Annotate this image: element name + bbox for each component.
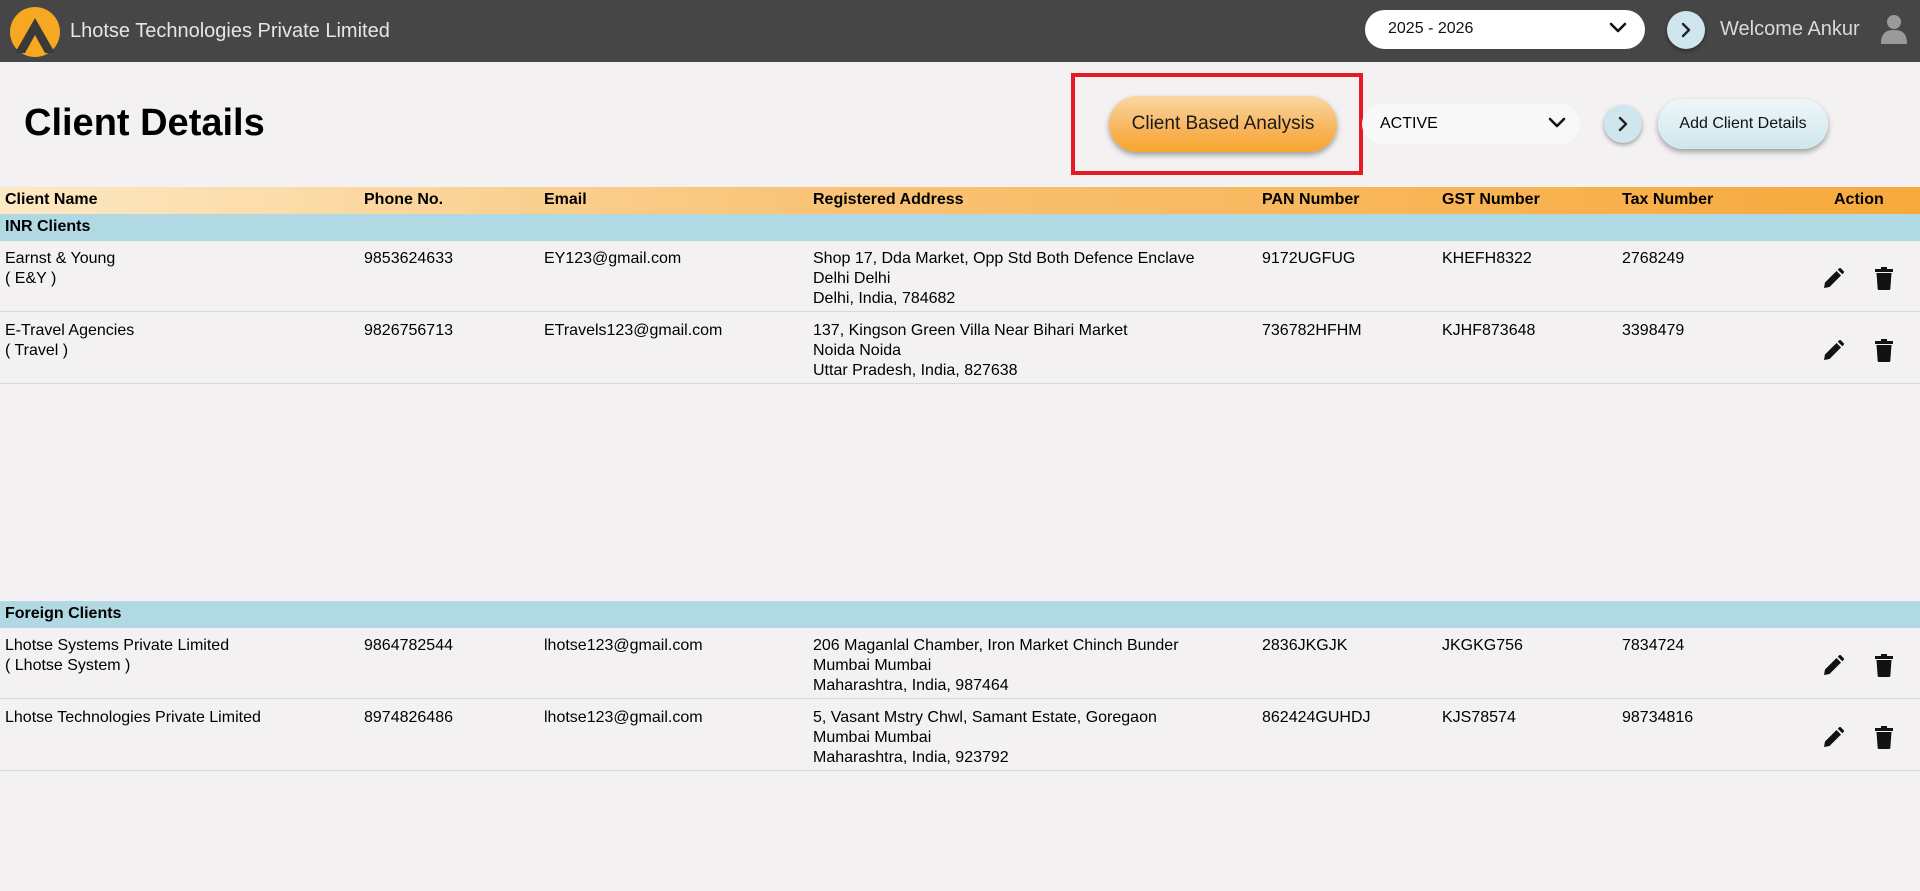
tax-cell: 98734816 bbox=[1622, 709, 1694, 726]
column-header: Tax Number bbox=[1622, 191, 1714, 208]
chevron-down-icon bbox=[1609, 22, 1627, 33]
column-header: Action bbox=[1834, 191, 1884, 208]
client-name: E-Travel Agencies bbox=[5, 322, 135, 339]
column-header: Email bbox=[544, 191, 587, 208]
financial-year-value: 2025 - 2026 bbox=[1388, 20, 1474, 37]
financial-year-select[interactable]: 2025 - 2026 bbox=[1365, 10, 1645, 49]
group-label: Foreign Clients bbox=[5, 605, 122, 622]
address-line: 206 Maganlal Chamber, Iron Market Chinch… bbox=[813, 637, 1179, 654]
address-line: Mumbai Mumbai bbox=[813, 729, 932, 746]
table-header: Client Name Phone No. Email Registered A… bbox=[0, 187, 1920, 214]
gst-cell: KJHF873648 bbox=[1442, 322, 1536, 339]
phone-cell: 9853624633 bbox=[364, 250, 453, 267]
email-cell: lhotse123@gmail.com bbox=[544, 637, 703, 654]
pan-cell: 2836JKGJK bbox=[1262, 637, 1348, 654]
address-cell: Shop 17, Dda Market, Opp Std Both Defenc… bbox=[813, 249, 1195, 309]
pan-cell: 736782HFHM bbox=[1262, 322, 1362, 339]
client-alias: ( Travel ) bbox=[5, 342, 69, 359]
gst-cell: JKGKG756 bbox=[1442, 637, 1523, 654]
group-label: INR Clients bbox=[5, 218, 91, 235]
client-name-cell: E-Travel Agencies ( Travel ) bbox=[5, 321, 134, 361]
email-cell: ETravels123@gmail.com bbox=[544, 322, 723, 339]
client-name-cell: Lhotse Technologies Private Limited bbox=[5, 708, 261, 728]
add-client-button[interactable]: Add Client Details bbox=[1658, 99, 1828, 149]
year-go-button[interactable] bbox=[1667, 11, 1705, 49]
address-cell: 206 Maganlal Chamber, Iron Market Chinch… bbox=[813, 636, 1179, 696]
email-cell: lhotse123@gmail.com bbox=[544, 709, 703, 726]
client-name: Earnst & Young bbox=[5, 250, 116, 267]
pencil-icon[interactable] bbox=[1822, 340, 1844, 362]
address-line: 137, Kingson Green Villa Near Bihari Mar… bbox=[813, 322, 1128, 339]
address-line: Shop 17, Dda Market, Opp Std Both Defenc… bbox=[813, 250, 1195, 267]
group-header-foreign: Foreign Clients bbox=[0, 601, 1920, 628]
page-title: Client Details bbox=[24, 102, 265, 144]
client-name: Lhotse Technologies Private Limited bbox=[5, 709, 261, 726]
user-icon[interactable] bbox=[1880, 14, 1908, 44]
column-header: Client Name bbox=[5, 191, 98, 208]
chevron-right-icon bbox=[1618, 116, 1628, 132]
trash-icon[interactable] bbox=[1875, 726, 1893, 749]
welcome-text: Welcome Ankur bbox=[1720, 18, 1860, 40]
client-name: Lhotse Systems Private Limited bbox=[5, 637, 230, 654]
trash-icon[interactable] bbox=[1875, 339, 1893, 362]
group-header-inr: INR Clients bbox=[0, 214, 1920, 241]
address-line: Delhi, India, 784682 bbox=[813, 290, 956, 307]
address-line: Mumbai Mumbai bbox=[813, 657, 932, 674]
pencil-icon[interactable] bbox=[1822, 655, 1844, 677]
pan-cell: 862424GUHDJ bbox=[1262, 709, 1371, 726]
address-line: Maharashtra, India, 987464 bbox=[813, 677, 1009, 694]
address-line: 5, Vasant Mstry Chwl, Samant Estate, Gor… bbox=[813, 709, 1157, 726]
status-value: ACTIVE bbox=[1380, 115, 1438, 132]
trash-icon[interactable] bbox=[1875, 267, 1893, 290]
tax-cell: 3398479 bbox=[1622, 322, 1685, 339]
chevron-right-icon bbox=[1681, 22, 1691, 38]
table-row: Lhotse Systems Private Limited ( Lhotse S… bbox=[0, 628, 1920, 699]
company-logo[interactable] bbox=[9, 6, 61, 58]
column-header: Phone No. bbox=[364, 191, 444, 208]
client-name-cell: Earnst & Young ( E&Y ) bbox=[5, 249, 115, 289]
phone-cell: 9826756713 bbox=[364, 322, 453, 339]
gst-cell: KHEFH8322 bbox=[1442, 250, 1532, 267]
table-row: E-Travel Agencies ( Travel ) 9826756713 E… bbox=[0, 313, 1920, 384]
chevron-down-icon bbox=[1548, 117, 1566, 128]
phone-cell: 9864782544 bbox=[364, 637, 453, 654]
address-cell: 5, Vasant Mstry Chwl, Samant Estate, Gor… bbox=[813, 708, 1157, 768]
client-based-analysis-button[interactable]: Client Based Analysis bbox=[1109, 96, 1337, 152]
client-alias: ( Lhotse System ) bbox=[5, 657, 131, 674]
trash-icon[interactable] bbox=[1875, 654, 1893, 677]
address-line: Noida Noida bbox=[813, 342, 902, 359]
pencil-icon[interactable] bbox=[1822, 268, 1844, 290]
tax-cell: 2768249 bbox=[1622, 250, 1685, 267]
company-name: Lhotse Technologies Private Limited bbox=[70, 20, 390, 42]
column-header: GST Number bbox=[1442, 191, 1540, 208]
table-row: Earnst & Young ( E&Y ) 9853624633 EY123@g… bbox=[0, 241, 1920, 312]
address-line: Delhi Delhi bbox=[813, 270, 891, 287]
pan-cell: 9172UGFUG bbox=[1262, 250, 1356, 267]
column-header: PAN Number bbox=[1262, 191, 1360, 208]
address-cell: 137, Kingson Green Villa Near Bihari Mar… bbox=[813, 321, 1128, 381]
email-cell: EY123@gmail.com bbox=[544, 250, 682, 267]
client-name-cell: Lhotse Systems Private Limited ( Lhotse S… bbox=[5, 636, 229, 676]
status-select[interactable]: ACTIVE bbox=[1362, 104, 1580, 144]
address-line: Maharashtra, India, 923792 bbox=[813, 749, 1009, 766]
status-go-button[interactable] bbox=[1604, 105, 1642, 143]
phone-cell: 8974826486 bbox=[364, 709, 453, 726]
tax-cell: 7834724 bbox=[1622, 637, 1685, 654]
address-line: Uttar Pradesh, India, 827638 bbox=[813, 362, 1018, 379]
pencil-icon[interactable] bbox=[1822, 727, 1844, 749]
gst-cell: KJS78574 bbox=[1442, 709, 1516, 726]
top-bar: Lhotse Technologies Private Limited 2025… bbox=[0, 0, 1920, 62]
client-alias: ( E&Y ) bbox=[5, 270, 57, 287]
table-row: Lhotse Technologies Private Limited 8974… bbox=[0, 700, 1920, 771]
column-header: Registered Address bbox=[813, 191, 964, 208]
